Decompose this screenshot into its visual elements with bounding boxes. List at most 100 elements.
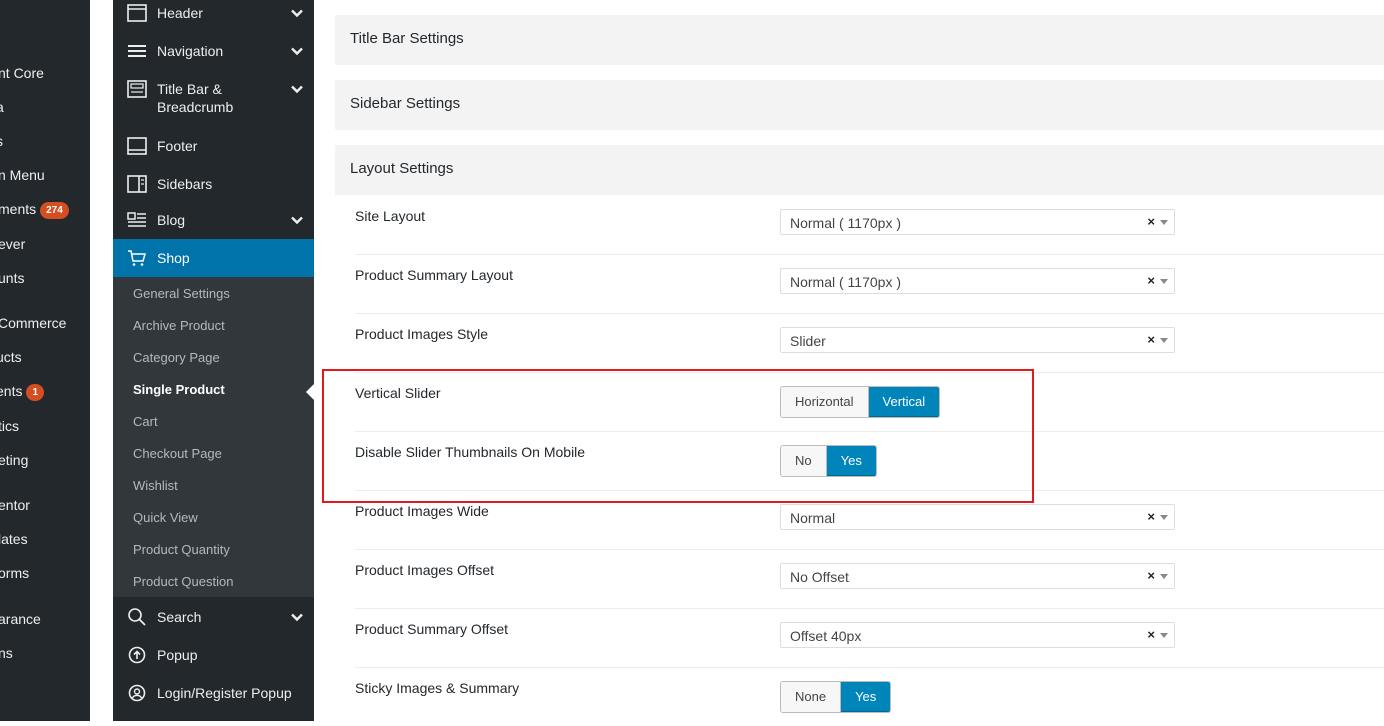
dropdown-arrow-icon[interactable]: [1160, 515, 1168, 520]
setting-label: Product Summary Offset: [355, 621, 509, 637]
wp-menu-item-label: n Menu: [0, 167, 45, 183]
wp-menu-item[interactable]: ments 274: [0, 199, 69, 219]
wp-menu-item[interactable]: arance: [0, 609, 41, 629]
nav-item-footer[interactable]: Footer: [113, 133, 314, 171]
setting-select[interactable]: Normal ( 1170px ) ×: [780, 268, 1175, 294]
toggle-option-none[interactable]: None: [781, 682, 841, 712]
wp-menu-item[interactable]: nt Core: [0, 63, 44, 83]
toggle-option-vertical[interactable]: Vertical: [867, 387, 940, 417]
wp-menu-item[interactable]: ever: [0, 234, 25, 254]
wp-menu-item[interactable]: unts: [0, 268, 24, 288]
toggle-option-yes[interactable]: Yes: [825, 446, 876, 476]
submenu-item[interactable]: Archive Product: [133, 318, 225, 333]
toggle-group: No Yes: [780, 445, 877, 477]
wp-admin-menu: nt Core a s n Menu ments274 ever unts Commerce u…: [0, 0, 90, 721]
clear-icon[interactable]: ×: [1147, 214, 1155, 229]
wp-menu-item[interactable]: n Menu: [0, 165, 45, 185]
wp-menu-item[interactable]: Commerce: [0, 313, 66, 333]
wp-menu-item[interactable]: ns: [0, 643, 13, 663]
setting-label: Sticky Images & Summary: [355, 680, 520, 696]
nav-item-popup[interactable]: Popup: [113, 641, 314, 679]
wp-menu-item-label: orms: [0, 565, 30, 581]
wp-menu-item[interactable]: ucts: [0, 347, 22, 367]
setting-label: Product Summary Layout: [355, 267, 513, 283]
nav-item-blog[interactable]: Blog: [113, 209, 314, 239]
submenu-item[interactable]: Cart: [133, 414, 158, 429]
wp-menu-item[interactable]: tics: [0, 416, 19, 436]
setting-select[interactable]: Normal ×: [780, 504, 1175, 530]
chevron-down-icon[interactable]: [290, 610, 304, 624]
nav-item-label: Blog: [157, 212, 186, 228]
setting-select[interactable]: No Offset ×: [780, 563, 1175, 589]
setting-label: Vertical Slider: [355, 385, 441, 401]
toggle-option-no[interactable]: No: [781, 446, 826, 476]
wp-menu-item-label: ns: [0, 645, 13, 661]
nav-item-login[interactable]: Login/Register Popup: [113, 679, 314, 721]
nav-item-shop[interactable]: Shop: [113, 239, 314, 277]
setting-select[interactable]: Slider ×: [780, 327, 1175, 353]
wp-menu-item[interactable]: a: [0, 97, 4, 117]
section-layout-settings[interactable]: Layout Settings: [335, 145, 1384, 195]
setting-row: Product Images Wide Normal ×: [355, 490, 1384, 550]
chevron-down-icon[interactable]: [290, 44, 304, 58]
setting-row: Sticky Images & Summary None Yes: [355, 667, 1384, 726]
wp-menu-item[interactable]: orms: [0, 563, 29, 583]
submenu-item[interactable]: General Settings: [133, 286, 230, 301]
section-sidebar-settings[interactable]: Sidebar Settings: [335, 80, 1384, 130]
nav-item-header[interactable]: Header: [113, 0, 314, 38]
submenu-item[interactable]: Checkout Page: [133, 446, 222, 461]
submenu-item[interactable]: Wishlist: [133, 478, 178, 493]
chevron-down-icon[interactable]: [290, 213, 304, 227]
toggle-option-horizontal[interactable]: Horizontal: [781, 387, 868, 417]
submenu-item[interactable]: Quick View: [133, 510, 198, 525]
clear-icon[interactable]: ×: [1147, 568, 1155, 583]
wp-menu-item-label: a: [0, 99, 4, 115]
clear-icon[interactable]: ×: [1147, 332, 1155, 347]
toggle-group: Horizontal Vertical: [780, 386, 941, 418]
submenu-item[interactable]: Category Page: [133, 350, 220, 365]
footer-icon: [126, 136, 148, 156]
nav-item-search[interactable]: Search: [113, 603, 314, 641]
nav-item-title[interactable]: Title Bar & Breadcrumb: [113, 76, 314, 133]
nav-item-label: Popup: [157, 647, 198, 663]
wp-menu-item-label: ents: [0, 383, 23, 399]
dropdown-arrow-icon[interactable]: [1160, 279, 1168, 284]
dropdown-arrow-icon[interactable]: [1160, 574, 1168, 579]
submenu-item[interactable]: Single Product: [133, 382, 225, 397]
setting-select[interactable]: Offset 40px ×: [780, 622, 1175, 648]
dropdown-arrow-icon[interactable]: [1160, 633, 1168, 638]
nav-item-label: Search: [157, 609, 202, 625]
current-item-arrow: [306, 384, 314, 400]
chevron-down-icon[interactable]: [290, 82, 304, 96]
clear-icon[interactable]: ×: [1147, 509, 1155, 524]
select-value: Normal ( 1170px ): [790, 274, 902, 290]
wp-menu-item[interactable]: eting: [0, 450, 28, 470]
wp-menu-item[interactable]: entor: [0, 495, 30, 515]
nav-item-sidebars[interactable]: Sidebars: [113, 171, 314, 209]
setting-select[interactable]: Normal ( 1170px ) ×: [780, 209, 1175, 235]
wp-menu-item-label: ever: [0, 236, 26, 252]
wp-menu-item[interactable]: lates: [0, 529, 28, 549]
select-value: Offset 40px: [790, 628, 862, 644]
cart-icon: [126, 248, 148, 268]
chevron-down-icon[interactable]: [290, 6, 304, 20]
dropdown-arrow-icon[interactable]: [1160, 338, 1168, 343]
user-icon: [126, 683, 148, 703]
nav-item-label: Header: [157, 5, 203, 21]
setting-label: Disable Slider Thumbnails On Mobile: [355, 444, 586, 460]
dropdown-arrow-icon[interactable]: [1160, 220, 1168, 225]
wp-menu-item[interactable]: s: [0, 131, 3, 151]
clear-icon[interactable]: ×: [1147, 273, 1155, 288]
submenu-item[interactable]: Product Quantity: [133, 542, 230, 557]
section-title: Sidebar Settings: [350, 95, 461, 112]
toggle-group: None Yes: [780, 681, 892, 713]
section-title-bar-settings[interactable]: Title Bar Settings: [335, 15, 1384, 65]
setting-label: Product Images Offset: [355, 562, 495, 578]
submenu-item[interactable]: Product Question: [133, 574, 233, 589]
clear-icon[interactable]: ×: [1147, 627, 1155, 642]
wp-menu-item-label: lates: [0, 531, 28, 547]
setting-row: Vertical Slider Horizontal Vertical: [355, 372, 1384, 432]
toggle-option-yes[interactable]: Yes: [840, 682, 891, 712]
wp-menu-item[interactable]: ents1: [0, 381, 45, 401]
nav-item-navigation[interactable]: Navigation: [113, 38, 314, 76]
